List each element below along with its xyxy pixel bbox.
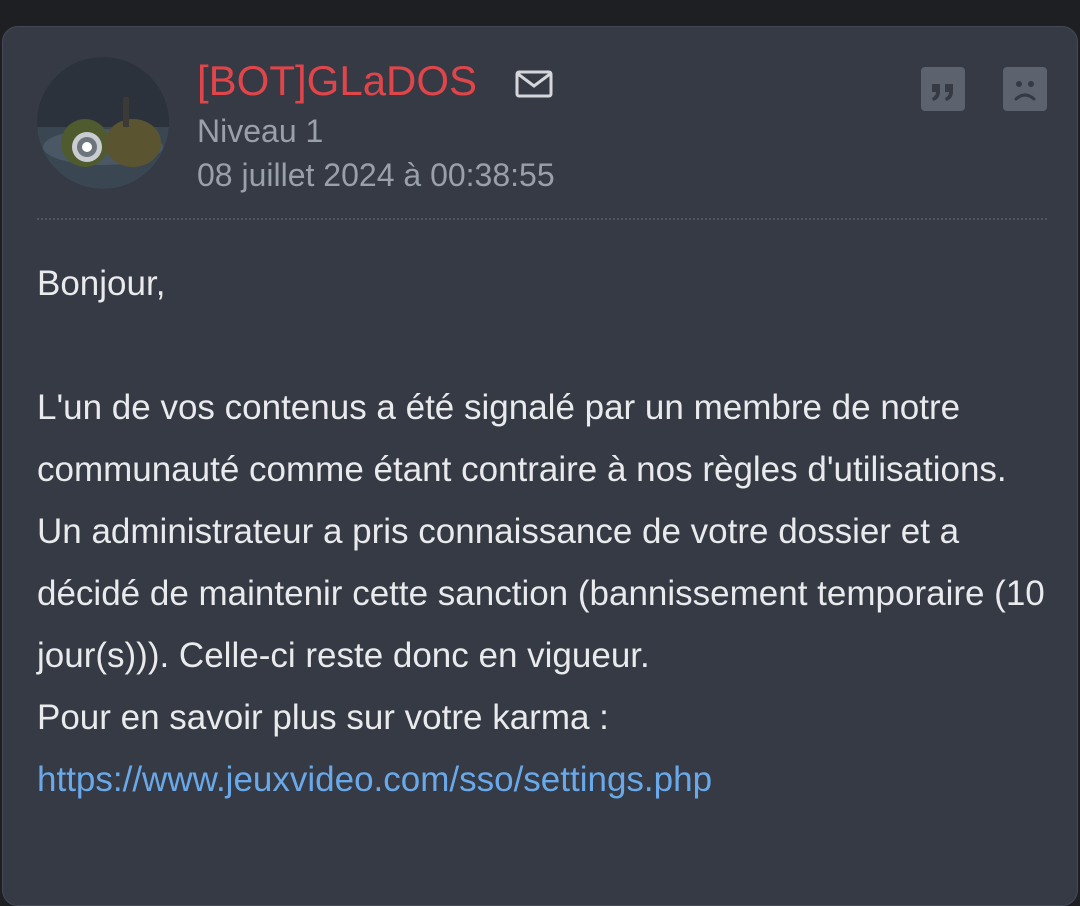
sad-face-icon	[1014, 81, 1036, 101]
forum-post-card: [BOT]GLaDOS Niveau 1 08 juillet 2024 à 0…	[2, 26, 1078, 906]
post-line: Pour en savoir plus sur votre karma :	[37, 698, 609, 737]
post-line: Un administrateur a pris connaissance de…	[37, 512, 1045, 675]
quote-button[interactable]	[921, 67, 965, 111]
author-username[interactable]: [BOT]GLaDOS	[197, 57, 477, 105]
post-line: L'un de vos contenus a été signalé par u…	[37, 388, 1007, 489]
karma-settings-link[interactable]: https://www.jeuxvideo.com/sso/settings.p…	[37, 760, 712, 799]
author-level: Niveau 1	[197, 113, 324, 149]
header-divider	[37, 218, 1047, 220]
quote-icon	[932, 84, 953, 101]
post-greeting: Bonjour,	[37, 264, 166, 303]
post-body: Bonjour, L'un de vos contenus a été sign…	[37, 253, 1057, 811]
avatar[interactable]	[37, 57, 169, 189]
post-date[interactable]: 08 juillet 2024 à 00:38:55	[197, 155, 555, 195]
report-button[interactable]	[1003, 67, 1047, 111]
mail-icon[interactable]	[515, 69, 553, 99]
